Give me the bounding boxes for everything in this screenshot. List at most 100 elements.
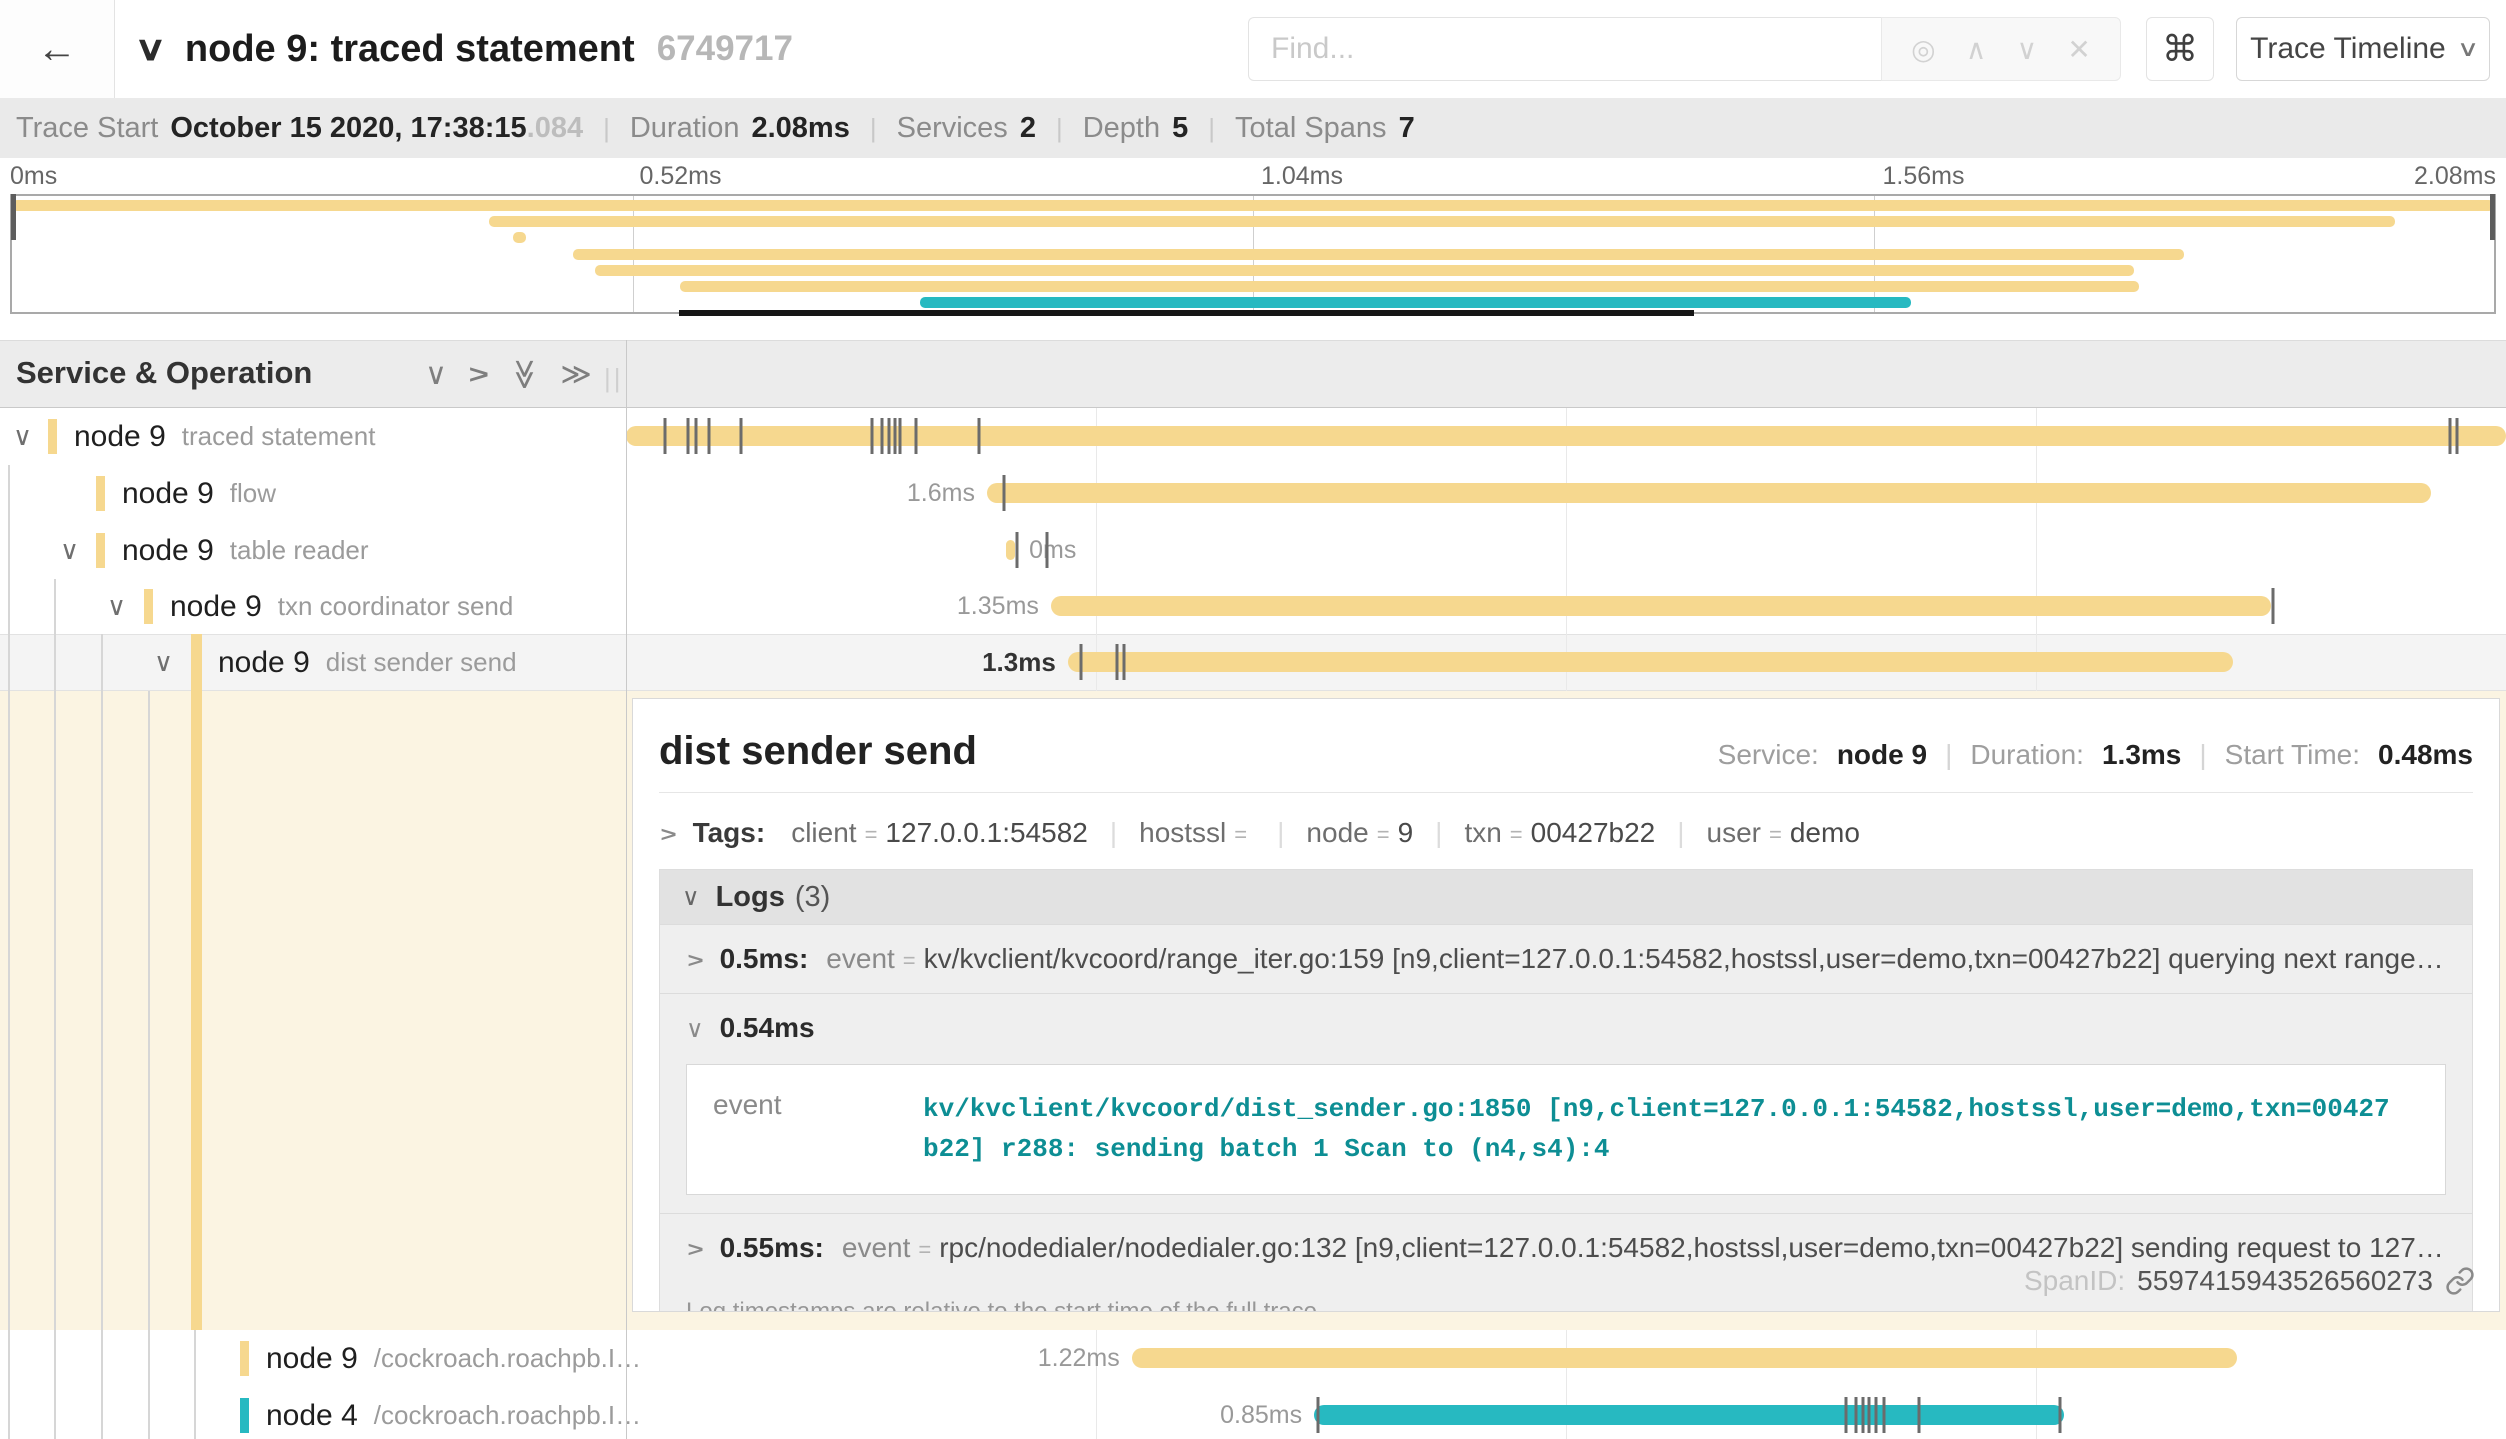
log-event-tick (1079, 644, 1082, 680)
span-row[interactable]: ∨node 9table reader0ms (0, 522, 2506, 579)
minimap-right-handle[interactable] (2490, 194, 2495, 240)
equals-sign: = (1769, 822, 1782, 848)
tags-label: Tags: (693, 817, 766, 849)
log-entry-header[interactable]: ∨0.5ms:event=kv/kvclient/kvcoord/range_i… (686, 943, 2446, 975)
span-name[interactable]: node 4/cockroach.roachpb.I… (266, 1387, 641, 1439)
span-bar-area: 1.22ms (626, 1330, 2506, 1387)
tag-key: txn (1464, 817, 1501, 849)
minimap-span-bar (680, 281, 2139, 292)
span-duration-bar[interactable] (626, 426, 2506, 446)
span-row-name-cell[interactable]: ∨ node 9traced statement (0, 408, 626, 465)
log-timestamp: 0.5ms: (720, 943, 809, 975)
expand-one-icon[interactable]: ∨ (460, 363, 495, 385)
back-button[interactable]: ← (0, 0, 115, 98)
clear-find-icon[interactable]: ✕ (2067, 33, 2090, 66)
trace-view-dropdown[interactable]: Trace Timeline ∨ (2236, 17, 2490, 81)
span-color-chip (48, 419, 57, 454)
span-row[interactable]: node 4/cockroach.roachpb.I…0.85ms (0, 1387, 2506, 1439)
span-name[interactable]: node 9dist sender send (218, 634, 517, 691)
operation-name: /cockroach.roachpb.I… (374, 1343, 641, 1374)
locate-icon[interactable]: ◎ (1911, 33, 1935, 66)
tag-item: user=demo (1707, 817, 1860, 849)
span-name[interactable]: node 9txn coordinator send (170, 578, 513, 635)
collapse-trace-icon[interactable]: ∨ (134, 29, 166, 69)
chevron-right-icon: ∨ (686, 1240, 709, 1258)
start-time-value: 0.48ms (2378, 739, 2473, 771)
summary-value-suffix: .084 (527, 112, 583, 145)
trace-minimap[interactable] (10, 194, 2496, 314)
previous-result-icon[interactable]: ∧ (1966, 33, 1987, 66)
span-bar-area: 1.35ms (626, 578, 2506, 635)
copy-link-icon[interactable] (2445, 1266, 2475, 1296)
span-color-chip (240, 1398, 249, 1433)
span-row[interactable]: ∨node 9dist sender send1.3ms (0, 634, 2506, 691)
span-duration-label: 1.22ms (1038, 1330, 1120, 1387)
summary-value: October 15 2020, 17:38:15 (170, 112, 526, 145)
log-entry-header[interactable]: ∨0.54ms (686, 1012, 2446, 1044)
log-entry-header[interactable]: ∨0.55ms:event=rpc/nodedialer/nodedialer.… (686, 1232, 2446, 1264)
span-duration-bar[interactable] (1006, 540, 1015, 560)
summary-label: Total Spans (1235, 112, 1387, 145)
span-bar-area: 1.6ms (626, 465, 2506, 522)
minimap-left-handle[interactable] (11, 194, 16, 240)
chevron-right-icon: ∨ (653, 826, 682, 844)
tree-controls: ∨ ∨ ≫ ≫ (425, 341, 592, 407)
chevron-down-icon[interactable]: ∨ (60, 522, 79, 579)
span-name[interactable]: node 9/cockroach.roachpb.I… (266, 1330, 641, 1387)
log-event-tick (1862, 1397, 1865, 1433)
column-resize-handle[interactable]: || (604, 363, 624, 394)
expand-all-icon[interactable]: ≫ (560, 357, 591, 392)
span-row[interactable]: ∨ node 9traced statement (0, 408, 2506, 465)
span-duration-bar[interactable] (1068, 652, 2234, 672)
service-name: node 9 (74, 420, 166, 454)
span-row-name-cell[interactable]: node 9flow (0, 465, 626, 522)
tag-separator: | (1277, 817, 1284, 849)
keyboard-shortcuts-button[interactable]: ⌘ (2146, 17, 2214, 81)
collapse-one-icon[interactable]: ∨ (425, 357, 447, 392)
span-row[interactable]: node 9flow 1.6ms (0, 465, 2506, 522)
span-row-name-cell[interactable]: node 9/cockroach.roachpb.I… (0, 1330, 626, 1387)
span-rows-area: dist sender send Service: node 9 | Durat… (0, 408, 2506, 1439)
tag-item: hostssl= (1139, 817, 1255, 849)
span-duration-bar[interactable] (1314, 1405, 2064, 1425)
log-field-value: kv/kvclient/kvcoord/dist_sender.go:1850 … (923, 1089, 2403, 1170)
span-row-name-cell[interactable]: ∨ node 9txn coordinator send (0, 578, 626, 635)
chevron-down-icon[interactable]: ∨ (13, 408, 32, 465)
trace-view-label: Trace Timeline (2250, 32, 2446, 66)
span-duration-bar[interactable] (987, 483, 2431, 503)
find-input[interactable] (1248, 17, 1881, 81)
span-name[interactable]: node 9flow (122, 465, 276, 522)
span-color-chip (144, 589, 153, 624)
log-event-tick (707, 418, 710, 454)
service-name: node 9 (122, 534, 214, 568)
span-row[interactable]: ∨ node 9txn coordinator send 1.35ms (0, 578, 2506, 635)
span-name[interactable]: node 9table reader (122, 522, 369, 579)
chevron-down-icon[interactable]: ∨ (107, 578, 126, 635)
logs-accordion-header[interactable]: ∨ Logs (3) (660, 870, 2472, 924)
chevron-right-icon: ∨ (686, 952, 709, 970)
log-fields-table: eventkv/kvclient/kvcoord/dist_sender.go:… (686, 1064, 2446, 1195)
next-result-icon[interactable]: ∨ (2017, 33, 2038, 66)
span-duration-bar[interactable] (1051, 596, 2271, 616)
span-row-name-cell[interactable]: ∨ node 9dist sender send (0, 634, 626, 691)
span-duration-bar[interactable] (1132, 1348, 2237, 1368)
log-event-tick (687, 418, 690, 454)
log-event-tick (694, 418, 697, 454)
collapse-all-icon[interactable]: ≫ (507, 358, 542, 389)
summary-item: Trace StartOctober 15 2020, 17:38:15.084 (16, 112, 583, 145)
column-divider[interactable] (626, 340, 627, 1439)
tag-key: client (791, 817, 856, 849)
tags-accordion[interactable]: ∨ Tags: client=127.0.0.1:54582|hostssl=|… (633, 793, 2499, 869)
span-row-name-cell[interactable]: node 4/cockroach.roachpb.I… (0, 1387, 626, 1439)
log-event-tick (2271, 588, 2274, 624)
tag-separator: | (1435, 817, 1442, 849)
summary-value: 2.08ms (751, 112, 849, 145)
trace-id: 6749717 (657, 29, 793, 69)
span-row-name-cell[interactable]: ∨ node 9table reader (0, 522, 626, 579)
minimap-scrollbar[interactable] (679, 310, 1694, 316)
span-name[interactable]: node 9traced statement (74, 408, 375, 465)
log-event-tick (978, 418, 981, 454)
span-row[interactable]: node 9/cockroach.roachpb.I… 1.22ms (0, 1330, 2506, 1387)
log-field-key: event (826, 943, 895, 975)
chevron-down-icon[interactable]: ∨ (154, 634, 173, 691)
